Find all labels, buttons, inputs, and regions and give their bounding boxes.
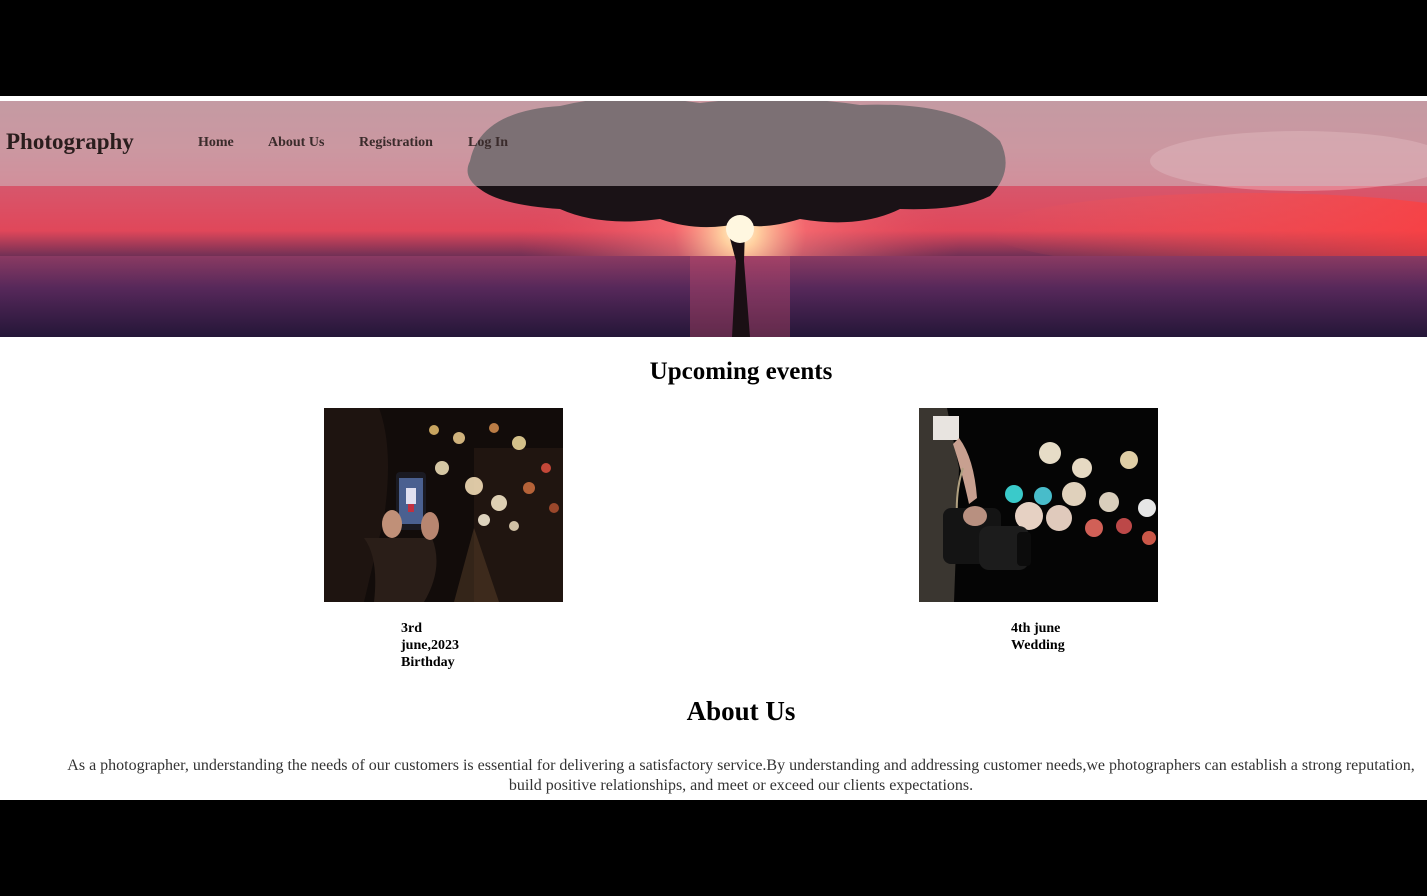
nav-about-us[interactable]: About Us [268,135,324,151]
event-name: Birthday [401,655,455,670]
nav-home[interactable]: Home [198,135,234,151]
hero-banner: Photography Home About Us Registration L… [0,101,1427,337]
brand-logo[interactable]: Photography [6,129,134,155]
browser-viewport: Photography Home About Us Registration L… [0,96,1427,800]
navbar: Photography Home About Us Registration L… [0,101,1427,186]
about-us-heading: About Us [686,696,796,726]
event-name: Wedding [1011,638,1065,653]
event-date: 4th june [1011,621,1061,636]
event-photo-camera [919,408,1158,602]
upcoming-events-heading: Upcoming events [649,358,833,385]
event-photo-phone [324,408,563,602]
nav-log-in[interactable]: Log In [468,135,508,151]
event-text-birthday: 3rd june,2023 Birthday [401,620,459,671]
nav-registration[interactable]: Registration [359,135,433,151]
event-text-wedding: 4th june Wedding [1011,620,1065,654]
about-us-text: As a photographer, understanding the nee… [67,757,1415,794]
event-date: 3rd june,2023 [401,621,459,653]
